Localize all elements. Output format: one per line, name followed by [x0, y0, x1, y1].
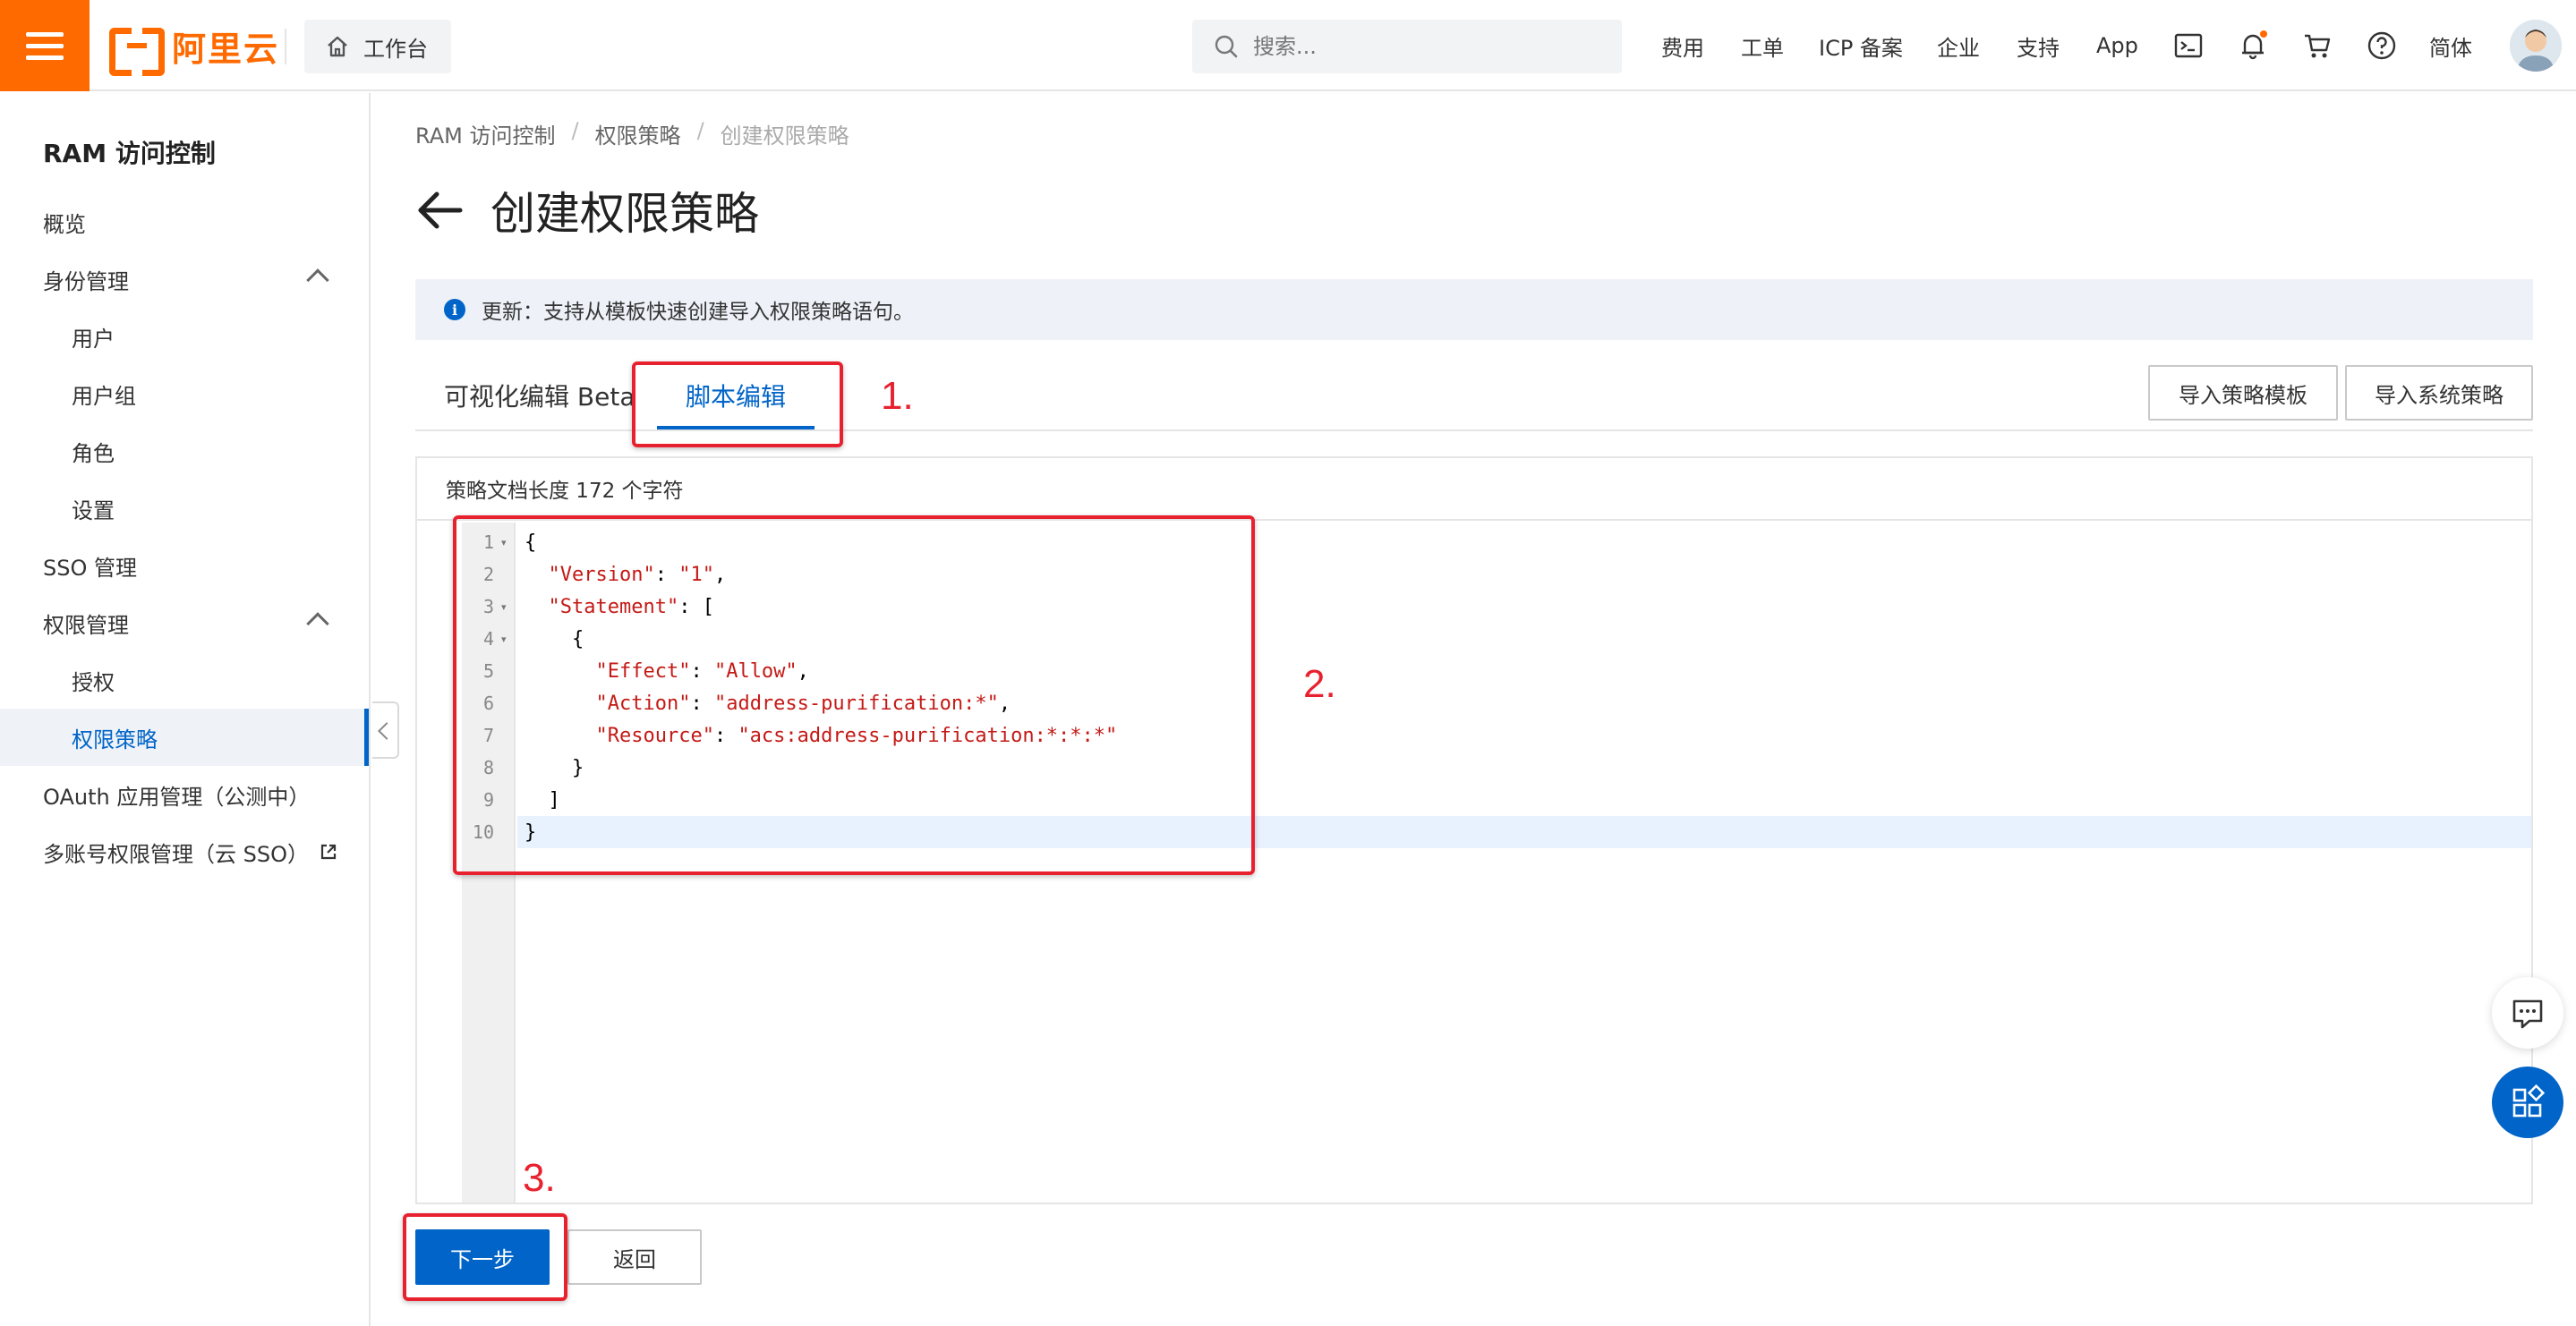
sidebar-group-permissions[interactable]: 权限管理: [0, 594, 369, 651]
annotation-step2: 2.: [1303, 662, 1336, 706]
sidebar-item-label: 用户: [72, 326, 115, 352]
workbench-button[interactable]: 工作台: [304, 20, 451, 73]
page-title: 创建权限策略: [490, 188, 759, 240]
sidebar-item-settings[interactable]: 设置: [0, 480, 369, 537]
annotation-step1: 1.: [881, 374, 914, 418]
page-title-row: 创建权限策略: [415, 179, 759, 242]
annotation-box-step2: [453, 515, 1255, 875]
annotation-step3: 3.: [523, 1156, 556, 1200]
sidebar-collapse-handle[interactable]: [372, 701, 399, 759]
annotation-box-step3: [403, 1213, 567, 1301]
sidebar-item-label: 概览: [43, 211, 86, 237]
quick-apps-button[interactable]: [2492, 1067, 2563, 1138]
sidebar-group-identity[interactable]: 身份管理: [0, 251, 369, 308]
breadcrumb-separator: /: [571, 118, 579, 143]
nav-support[interactable]: 支持: [2017, 0, 2060, 91]
aliyun-logo[interactable]: 阿里云: [109, 25, 279, 76]
cart-icon[interactable]: [2302, 30, 2333, 61]
search-input[interactable]: [1253, 34, 1611, 59]
chat-icon: [2512, 999, 2543, 1029]
sidebar-item-label: 身份管理: [43, 268, 129, 294]
notice-text: 更新：支持从模板快速创建导入权限策略语句。: [482, 301, 914, 324]
external-link-icon: [320, 844, 337, 860]
import-system-policy-button[interactable]: 导入系统策略: [2345, 365, 2533, 421]
import-template-button[interactable]: 导入策略模板: [2148, 365, 2338, 421]
sidebar-item-overview[interactable]: 概览: [0, 193, 369, 251]
nav-app[interactable]: App: [2096, 0, 2138, 91]
breadcrumb-separator: /: [696, 118, 704, 143]
sidebar-item-label: 权限策略: [72, 727, 158, 752]
nav-billing[interactable]: 费用: [1661, 0, 1704, 91]
sidebar-item-cloud-sso[interactable]: 多账号权限管理（云 SSO）: [0, 823, 369, 880]
tab-visual-editor[interactable]: 可视化编辑 Beta: [444, 361, 635, 429]
sidebar-item-roles[interactable]: 角色: [0, 422, 369, 480]
search-box[interactable]: [1192, 20, 1622, 73]
update-notice: i 更新：支持从模板快速创建导入权限策略语句。: [415, 279, 2533, 340]
sidebar-item-label: 角色: [72, 440, 115, 466]
breadcrumb: RAM 访问控制 / 权限策略 / 创建权限策略: [415, 118, 849, 149]
sidebar-item-grants[interactable]: 授权: [0, 651, 369, 709]
sidebar-title: RAM 访问控制: [43, 139, 216, 168]
aliyun-logo-icon: [109, 28, 165, 76]
avatar[interactable]: [2510, 20, 2562, 72]
top-bar: 阿里云 工作台 费用 工单 ICP 备案 企业 支持 App: [0, 0, 2576, 91]
breadcrumb-policies[interactable]: 权限策略: [595, 118, 681, 149]
sidebar-item-label: 多账号权限管理（云 SSO）: [43, 841, 309, 867]
sidebar-item-label: 用户组: [72, 383, 136, 409]
search-icon: [1215, 35, 1238, 58]
logo-text: 阿里云: [172, 29, 280, 69]
sidebar-item-label: 授权: [72, 669, 115, 695]
nav-icp[interactable]: ICP 备案: [1819, 0, 1903, 91]
sidebar-item-users[interactable]: 用户: [0, 308, 369, 365]
language-switch[interactable]: 简体: [2429, 0, 2472, 91]
policy-length: 策略文档长度 172 个字符: [417, 458, 2531, 521]
back-button[interactable]: 返回: [567, 1229, 702, 1285]
workbench-label: 工作台: [363, 36, 428, 62]
divider: [285, 29, 286, 64]
nav-tickets[interactable]: 工单: [1741, 0, 1784, 91]
nav-enterprise[interactable]: 企业: [1937, 0, 1980, 91]
help-icon[interactable]: [2367, 30, 2397, 61]
sidebar-item-label: OAuth 应用管理（公测中）: [43, 784, 311, 810]
feedback-button[interactable]: [2492, 977, 2563, 1049]
sidebar: RAM 访问控制 概览 身份管理 用户 用户组 角色 设置 SSO 管理 权限管…: [0, 93, 371, 1326]
home-icon: [328, 36, 347, 57]
sidebar-item-label: 权限管理: [43, 612, 129, 638]
back-arrow-icon[interactable]: [415, 188, 465, 233]
chevron-up-icon: [306, 612, 329, 635]
info-icon: i: [444, 299, 465, 320]
apps-icon: [2512, 1084, 2546, 1118]
annotation-box-step1: [632, 361, 843, 447]
breadcrumb-current: 创建权限策略: [720, 123, 849, 149]
user-avatar-icon: [2510, 20, 2562, 72]
menu-icon[interactable]: [0, 0, 90, 91]
sidebar-item-sso[interactable]: SSO 管理: [0, 537, 369, 594]
sidebar-item-label: SSO 管理: [43, 555, 137, 581]
sidebar-item-label: 设置: [72, 497, 115, 523]
terminal-icon[interactable]: [2173, 30, 2204, 61]
sidebar-item-oauth[interactable]: OAuth 应用管理（公测中）: [0, 766, 369, 823]
chevron-up-icon: [306, 268, 329, 292]
breadcrumb-ram[interactable]: RAM 访问控制: [415, 118, 555, 149]
sidebar-item-user-groups[interactable]: 用户组: [0, 365, 369, 422]
sidebar-item-policies[interactable]: 权限策略: [0, 709, 369, 766]
bell-icon[interactable]: [2238, 30, 2268, 61]
